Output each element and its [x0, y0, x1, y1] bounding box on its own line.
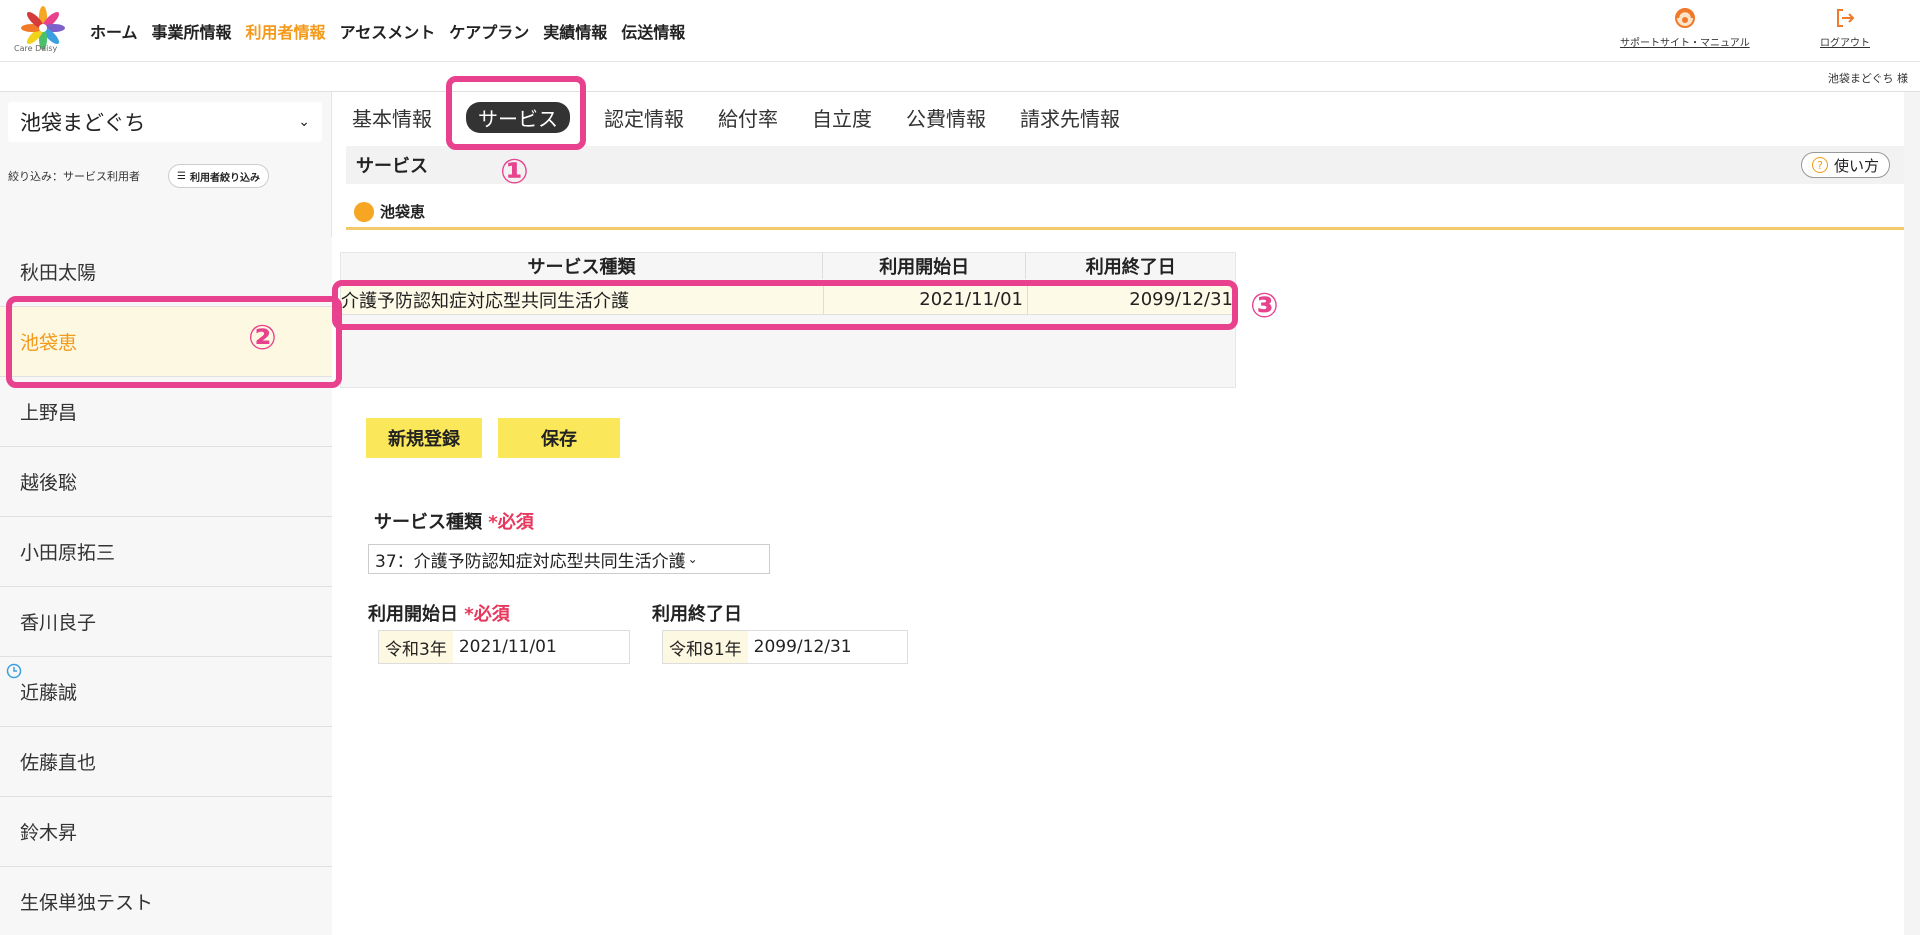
- user-list-item[interactable]: 小田原拓三: [0, 517, 332, 587]
- user-list-item[interactable]: 鈴木昇: [0, 797, 332, 867]
- logout-link-group[interactable]: ログアウト: [1820, 6, 1870, 56]
- end-date-label: 利用終了日: [652, 604, 742, 625]
- user-name: 香川良子: [20, 612, 97, 634]
- tab-certification[interactable]: 認定情報: [604, 103, 684, 132]
- nav-care-plan[interactable]: ケアプラン: [449, 19, 529, 43]
- service-type-select-value: 37：介護予防認知症対応型共同生活介護: [375, 551, 686, 572]
- logo-text: Care Daisy: [14, 44, 58, 53]
- nav-assessment[interactable]: アセスメント: [340, 19, 436, 43]
- user-list-item[interactable]: 生保単独テスト: [0, 867, 332, 935]
- support-link-group[interactable]: サポートサイト・マニュアル: [1620, 6, 1750, 56]
- facility-select-value: 池袋まどぐち: [20, 111, 146, 135]
- column-header-end-date: 利用終了日: [1025, 253, 1235, 279]
- sidebar: 池袋まどぐち ⌄ 絞り込み：サービス利用者 ☰ 利用者絞り込み 秋田太陽 池袋恵…: [0, 92, 332, 935]
- annotation-marker-1: ①: [500, 152, 529, 192]
- user-filter-button[interactable]: ☰ 利用者絞り込み: [168, 164, 269, 188]
- user-list-item[interactable]: 上野昌: [0, 377, 332, 447]
- headset-icon: [1674, 8, 1695, 28]
- annotation-marker-3: ③: [1250, 286, 1279, 326]
- user-list-item[interactable]: 近藤誠: [0, 657, 332, 727]
- selected-user-bar: 池袋恵: [346, 196, 1904, 230]
- start-era: 令和3年: [379, 631, 453, 663]
- user-name: 佐藤直也: [20, 752, 97, 774]
- column-header-service-type: サービス種類: [527, 257, 636, 278]
- support-link[interactable]: サポートサイト・マニュアル: [1620, 34, 1750, 49]
- tab-benefit-rate[interactable]: 給付率: [718, 103, 778, 132]
- selected-user-name: 池袋恵: [380, 203, 426, 221]
- required-marker: *必須: [488, 512, 534, 533]
- clock-icon: [6, 663, 22, 679]
- user-name: 近藤誠: [20, 682, 78, 704]
- nav-office-info[interactable]: 事業所情報: [152, 19, 232, 43]
- tab-independence[interactable]: 自立度: [812, 103, 872, 132]
- help-button[interactable]: ? 使い方: [1800, 152, 1890, 178]
- main-nav: ホーム 事業所情報 利用者情報 アセスメント ケアプラン 実績情報 伝送情報: [90, 0, 685, 62]
- tab-service[interactable]: サービス: [466, 101, 570, 133]
- cell-end-date: 2099/12/31: [1027, 284, 1237, 315]
- app-header: Care Daisy ホーム 事業所情報 利用者情報 アセスメント ケアプラン …: [0, 0, 1920, 62]
- nav-results[interactable]: 実績情報: [543, 19, 607, 43]
- end-era: 令和81年: [663, 631, 748, 663]
- filter-row: 絞り込み：サービス利用者 ☰ 利用者絞り込み: [8, 164, 328, 188]
- user-list: 秋田太陽 池袋恵 上野昌 越後聡 小田原拓三 香川良子 近藤誠 佐藤直也 鈴木昇…: [0, 237, 332, 935]
- chevron-down-icon: ⌄: [687, 552, 698, 566]
- user-list-item[interactable]: 香川良子: [0, 587, 332, 657]
- tab-public-expense[interactable]: 公費情報: [906, 103, 986, 132]
- nav-user-info[interactable]: 利用者情報: [246, 19, 326, 43]
- filter-label: 絞り込み：サービス利用者: [8, 170, 140, 183]
- service-type-select[interactable]: 37：介護予防認知症対応型共同生活介護 ⌄: [368, 544, 770, 574]
- tab-bar: 基本情報 サービス 認定情報 給付率 自立度 公費情報 請求先情報: [352, 101, 1120, 133]
- sub-header: 池袋まどぐち 様: [0, 62, 1920, 92]
- filter-icon: ☰: [177, 170, 186, 182]
- facility-select[interactable]: 池袋まどぐち ⌄: [8, 102, 322, 142]
- help-icon: ?: [1811, 157, 1828, 173]
- start-date-value: 2021/11/01: [458, 637, 557, 657]
- annotation-marker-2: ②: [248, 318, 277, 358]
- end-date-value: 2099/12/31: [753, 637, 852, 657]
- end-date-field[interactable]: 令和81年 2099/12/31: [662, 630, 908, 664]
- cell-start-date: 2021/11/01: [823, 284, 1027, 315]
- table-header: サービス種類 利用開始日 利用終了日: [341, 253, 1235, 279]
- user-name: 生保単独テスト: [20, 892, 154, 914]
- table-row[interactable]: 介護予防認知症対応型共同生活介護 2021/11/01 2099/12/31: [341, 284, 1237, 315]
- user-name: 鈴木昇: [20, 822, 78, 844]
- save-button[interactable]: 保存: [498, 418, 620, 458]
- user-list-item[interactable]: 秋田太陽: [0, 237, 332, 307]
- tab-billing[interactable]: 請求先情報: [1020, 103, 1120, 132]
- main-content: 基本情報 サービス 認定情報 給付率 自立度 公費情報 請求先情報 サービス ?…: [332, 92, 1920, 935]
- user-name: 小田原拓三: [20, 542, 116, 564]
- new-registration-button[interactable]: 新規登録: [366, 418, 482, 458]
- cell-service-type: 介護予防認知症対応型共同生活介護: [341, 290, 629, 312]
- required-marker: *必須: [464, 604, 510, 625]
- service-type-label-text: サービス種類: [374, 512, 482, 533]
- help-button-label: 使い方: [1833, 156, 1879, 175]
- user-name: 秋田太陽: [20, 262, 97, 284]
- service-type-label: サービス種類 *必須: [374, 508, 534, 534]
- logout-icon: [1837, 9, 1855, 27]
- user-list-item[interactable]: 佐藤直也: [0, 727, 332, 797]
- start-date-label: 利用開始日 *必須: [368, 600, 510, 626]
- vertical-scrollbar[interactable]: [1904, 92, 1920, 935]
- user-list-item-selected[interactable]: 池袋恵: [0, 307, 332, 377]
- column-header-start-date: 利用開始日: [821, 253, 1026, 279]
- chevron-down-icon: ⌄: [298, 114, 310, 130]
- start-date-field[interactable]: 令和3年 2021/11/01: [378, 630, 630, 664]
- user-name: 池袋恵: [20, 332, 78, 354]
- section-title: サービス: [356, 156, 428, 177]
- user-filter-button-label: 利用者絞り込み: [189, 172, 260, 184]
- section-header: サービス ? 使い方: [346, 146, 1904, 184]
- logged-in-user: 池袋まどぐち 様: [1827, 72, 1908, 85]
- user-list-item[interactable]: 越後聡: [0, 447, 332, 517]
- user-name: 上野昌: [20, 402, 78, 424]
- tab-basic-info[interactable]: 基本情報: [352, 103, 432, 132]
- start-date-label-text: 利用開始日: [368, 604, 458, 625]
- nav-transmission[interactable]: 伝送情報: [621, 19, 685, 43]
- person-icon: [354, 201, 374, 222]
- nav-home[interactable]: ホーム: [90, 19, 138, 43]
- user-name: 越後聡: [20, 472, 78, 494]
- service-table: サービス種類 利用開始日 利用終了日 介護予防認知症対応型共同生活介護 2021…: [340, 252, 1237, 388]
- logout-link[interactable]: ログアウト: [1820, 34, 1870, 49]
